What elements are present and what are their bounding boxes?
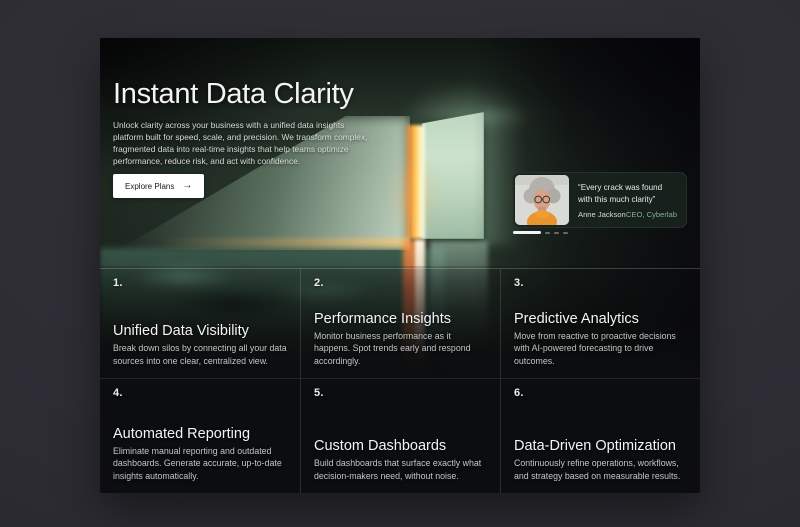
testimonial-role: CEO, Cyberlab bbox=[626, 210, 677, 219]
testimonial-name: Anne Jackson bbox=[578, 210, 626, 219]
carousel-dot[interactable] bbox=[554, 232, 559, 234]
carousel-progress bbox=[513, 231, 568, 234]
testimonial-card: “Every crack was found with this much cl… bbox=[512, 172, 687, 228]
explore-plans-button[interactable]: Explore Plans → bbox=[113, 174, 204, 198]
landing-card: Instant Data Clarity Unlock clarity acro… bbox=[100, 38, 700, 493]
carousel-active-indicator[interactable] bbox=[513, 231, 541, 234]
avatar bbox=[515, 175, 569, 225]
explore-plans-label: Explore Plans bbox=[125, 182, 174, 191]
page-title: Instant Data Clarity bbox=[113, 78, 354, 111]
carousel-dot[interactable] bbox=[563, 232, 568, 234]
testimonial-quote: “Every crack was found with this much cl… bbox=[578, 182, 677, 206]
testimonial-content: “Every crack was found with this much cl… bbox=[569, 175, 684, 225]
carousel-dot[interactable] bbox=[545, 232, 550, 234]
hero-section: Instant Data Clarity Unlock clarity acro… bbox=[100, 38, 700, 493]
hero-description: Unlock clarity across your business with… bbox=[113, 120, 369, 168]
testimonial-attribution: Anne Jackson CEO, Cyberlab bbox=[578, 210, 677, 219]
avatar-portrait-graphic bbox=[515, 175, 569, 225]
arrow-right-icon: → bbox=[182, 181, 192, 191]
page-background: Instant Data Clarity Unlock clarity acro… bbox=[0, 0, 800, 527]
